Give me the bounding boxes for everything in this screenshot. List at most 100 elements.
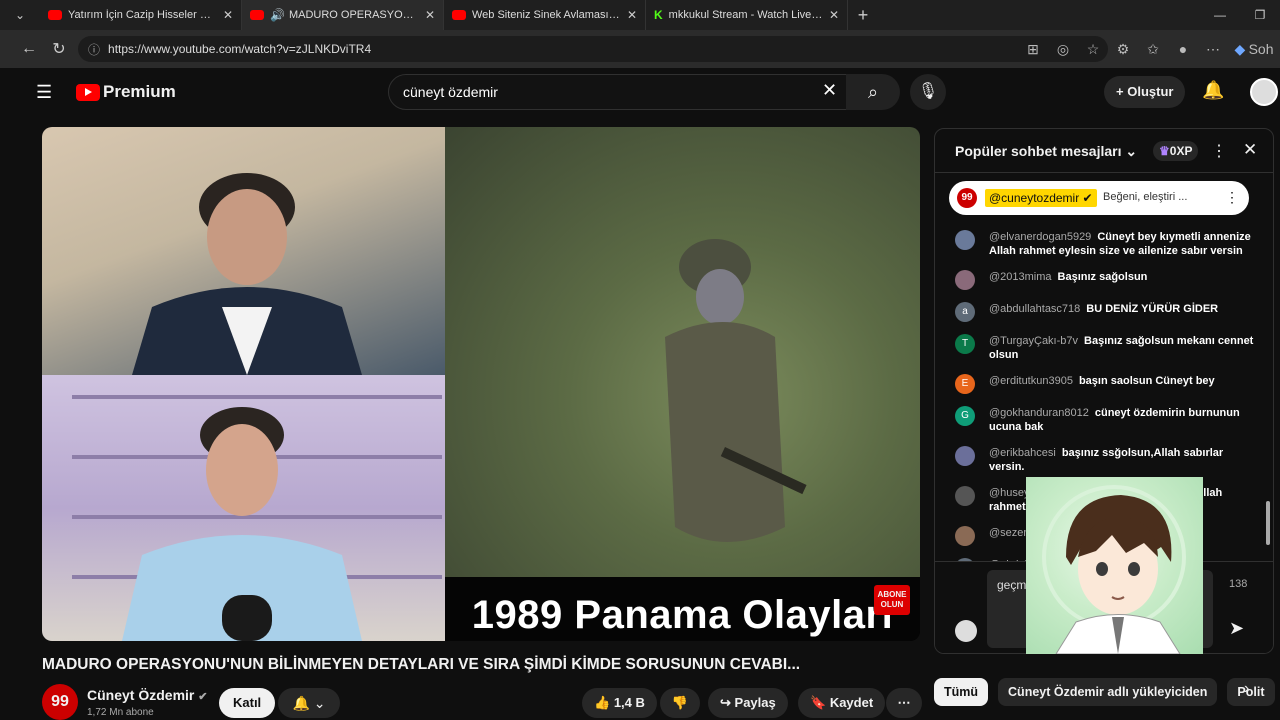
- chat-message[interactable]: T @TurgayÇakı-b7v Başınız sağolsun mekanı …: [935, 331, 1265, 365]
- search-button[interactable]: ⌕: [846, 74, 900, 110]
- chat-text: Başınız sağolsun: [1057, 271, 1148, 283]
- favorites-icon[interactable]: ✩: [1138, 41, 1168, 58]
- more-icon[interactable]: ⋯: [1198, 41, 1228, 58]
- kick-favicon-icon: K: [654, 8, 663, 22]
- chat-author-avatar: E: [955, 374, 975, 394]
- chat-author-avatar: [955, 486, 975, 506]
- chat-author[interactable]: @erikbahcesi: [989, 447, 1056, 459]
- browser-tab[interactable]: Yatırım İçin Cazip Hisseler Ocak 20 ✕: [40, 0, 242, 30]
- crown-icon: ♛: [1159, 144, 1170, 158]
- chat-message[interactable]: G @gokhanduran8012 cüneyt özdemirin burnun…: [935, 403, 1265, 437]
- chat-author[interactable]: @TurgayÇakı-b7v: [989, 335, 1078, 347]
- chat-message[interactable]: E @erditutkun3905 başın saolsun Cüneyt bey: [935, 371, 1265, 397]
- video-player[interactable]: 1989 Panama Olayları ABONE OLUN: [42, 127, 920, 641]
- clear-search-icon[interactable]: ✕: [822, 80, 837, 101]
- maximize-icon[interactable]: ❐: [1240, 0, 1280, 30]
- chat-author[interactable]: @gokhanduran8012: [989, 407, 1089, 419]
- tab-close-icon[interactable]: ✕: [223, 8, 233, 22]
- youtube-favicon-icon: [48, 10, 62, 20]
- tab-list-chevron-icon[interactable]: ⌄: [0, 0, 40, 30]
- video-title: MADURO OPERASYONU'NUN BİLİNMEYEN DETAYLA…: [42, 656, 801, 673]
- chip-politics[interactable]: Polit: [1227, 678, 1275, 706]
- chevron-down-icon: ⌄: [313, 695, 326, 711]
- chat-message-body: @elvanerdogan5929 Cüneyt bey kıymetli ann…: [989, 230, 1259, 258]
- chat-mode-dropdown[interactable]: Popüler sohbet mesajları ⌄: [955, 143, 1137, 160]
- reload-icon[interactable]: ↻: [44, 39, 74, 59]
- profile-icon[interactable]: ●: [1168, 41, 1198, 57]
- chat-author[interactable]: @elvanerdogan5929: [989, 231, 1091, 243]
- chat-scrollbar[interactable]: [1265, 177, 1271, 607]
- chips-next-chevron-icon[interactable]: ›: [1244, 680, 1249, 698]
- minimize-icon[interactable]: —: [1200, 0, 1240, 30]
- chat-author[interactable]: @abdullahtasc718: [989, 303, 1080, 315]
- chat-message[interactable]: a @abdullahtasc718 BU DENİZ YÜRÜR GİDER: [935, 299, 1265, 325]
- tab-close-icon[interactable]: ✕: [829, 8, 839, 22]
- chat-message-body: @2013mima Başınız sağolsun: [989, 270, 1259, 290]
- guest-camera-feed: [42, 375, 445, 641]
- browser-tab[interactable]: Web Siteniz Sinek Avlamasını inste ✕: [444, 0, 646, 30]
- banner-text: 1989 Panama Olayları: [471, 593, 894, 637]
- thumbs-down-icon: 👎: [671, 695, 689, 710]
- save-button[interactable]: 🔖 Kaydet: [798, 688, 886, 718]
- search-input[interactable]: cüneyt özdemir: [388, 74, 870, 110]
- chat-more-icon[interactable]: ⋮: [1211, 141, 1227, 161]
- pinned-message[interactable]: 99 @cuneytozdemir ✔ Beğeni, eleştiri ...…: [949, 181, 1249, 215]
- chat-message[interactable]: @erikbahcesi başınız ssğolsun,Allah sabır…: [935, 443, 1265, 477]
- xp-badge[interactable]: ♛0XP: [1153, 141, 1199, 161]
- back-arrow-icon[interactable]: ←: [14, 40, 44, 58]
- like-button[interactable]: 👍 1,4 B: [582, 688, 657, 718]
- site-info-icon[interactable]: ⓘ: [88, 41, 100, 58]
- youtube-header: ☰ Premium cüneyt özdemir ✕ ⌕ 🎙 + Oluştur…: [14, 68, 1280, 118]
- browser-tab-active[interactable]: 🔊 MADURO OPERASYONU'NUN ✕: [242, 0, 444, 30]
- chip-all[interactable]: Tümü: [934, 678, 989, 706]
- hamburger-menu-icon[interactable]: ☰: [36, 82, 52, 103]
- browser-tab-bar: ⌄ Yatırım İçin Cazip Hisseler Ocak 20 ✕ …: [0, 0, 1280, 30]
- char-count: 138: [1229, 578, 1248, 590]
- create-button[interactable]: + Oluştur: [1104, 76, 1186, 108]
- tracking-icon[interactable]: ◎: [1048, 41, 1078, 58]
- copilot-button[interactable]: ◆ Soh: [1228, 41, 1280, 58]
- pinned-more-icon[interactable]: ⋮: [1225, 189, 1239, 206]
- thumbs-up-icon: 👍: [594, 695, 611, 710]
- host-figure: [132, 173, 362, 375]
- chat-author-avatar: [955, 230, 975, 250]
- chat-author[interactable]: @sezen: [989, 527, 1030, 539]
- notifications-bell-icon[interactable]: 🔔: [1202, 80, 1224, 101]
- chat-message-body: @gokhanduran8012 cüneyt özdemirin burnunu…: [989, 406, 1259, 434]
- share-icon: ↪: [720, 695, 731, 710]
- chat-message-body: @erikbahcesi başınız ssğolsun,Allah sabır…: [989, 446, 1259, 474]
- join-button[interactable]: Katıl: [219, 688, 276, 718]
- chat-text: başın saolsun Cüneyt bey: [1078, 375, 1215, 387]
- subscribe-badge: ABONE OLUN: [874, 585, 910, 615]
- channel-name[interactable]: Cüneyt Özdemir ✔: [87, 687, 207, 703]
- send-icon[interactable]: ➤: [1229, 618, 1244, 639]
- extensions-icon[interactable]: ⚙: [1108, 41, 1138, 58]
- subscribe-bell-button[interactable]: 🔔 ⌄: [278, 688, 340, 718]
- speaker-icon[interactable]: 🔊: [270, 8, 285, 22]
- chat-author[interactable]: @erditutkun3905: [989, 375, 1073, 387]
- chip-from-uploader[interactable]: Cüneyt Özdemir adlı yükleyiciden: [998, 678, 1218, 706]
- chat-author-avatar: [955, 526, 975, 546]
- account-avatar[interactable]: [1250, 78, 1278, 106]
- more-actions-button[interactable]: ⋯: [886, 688, 922, 718]
- channel-avatar[interactable]: 99: [42, 684, 78, 720]
- chat-message[interactable]: @2013mima Başınız sağolsun: [935, 267, 1265, 293]
- youtube-premium-logo[interactable]: Premium: [76, 82, 176, 102]
- url-text: https://www.youtube.com/watch?v=zJLNKDvi…: [108, 42, 372, 56]
- tab-close-icon[interactable]: ✕: [425, 8, 435, 22]
- chat-author[interactable]: @2013mima: [989, 271, 1052, 283]
- favorite-star-icon[interactable]: ☆: [1078, 41, 1108, 58]
- browser-tab[interactable]: K mkkukul Stream - Watch Live on Ki ✕: [646, 0, 848, 30]
- chat-author-avatar: T: [955, 334, 975, 354]
- tab-close-icon[interactable]: ✕: [627, 8, 637, 22]
- url-field[interactable]: ⓘ https://www.youtube.com/watch?v=zJLNKD…: [78, 36, 1108, 62]
- chat-header: Popüler sohbet mesajları ⌄ ♛0XP ⋮ ✕: [935, 129, 1273, 173]
- dislike-button[interactable]: 👎: [660, 688, 700, 718]
- new-tab-plus-icon[interactable]: +: [848, 5, 878, 26]
- voice-search-mic-icon[interactable]: 🎙: [910, 74, 946, 110]
- chat-close-icon[interactable]: ✕: [1243, 140, 1257, 160]
- apps-icon[interactable]: ⊞: [1018, 41, 1048, 58]
- chat-message[interactable]: @elvanerdogan5929 Cüneyt bey kıymetli ann…: [935, 227, 1265, 261]
- chat-author-avatar: a: [955, 302, 975, 322]
- share-button[interactable]: ↪ Paylaş: [708, 688, 788, 718]
